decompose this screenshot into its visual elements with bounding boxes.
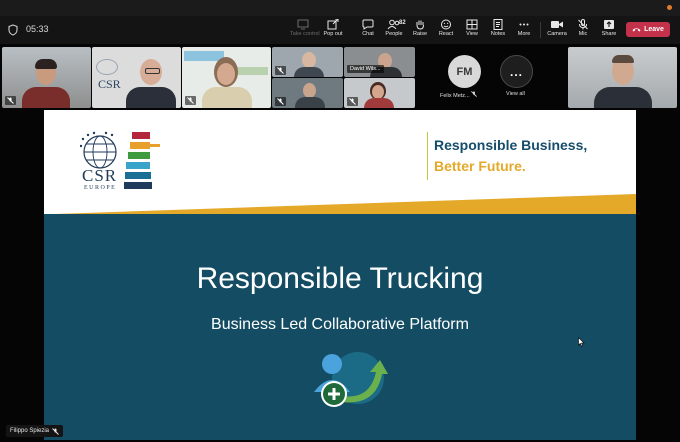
- participant-tile-6[interactable]: [344, 78, 415, 108]
- camera-icon: [551, 21, 563, 28]
- participant-video-row: CSR David Wils... FM Felix Metz... ... V…: [0, 44, 680, 108]
- avatar-name-text: Felix Metz...: [440, 93, 470, 99]
- participant-avatar-fm[interactable]: FM: [448, 55, 481, 88]
- people-count-badge: 82: [399, 20, 406, 26]
- camera-label: Camera: [547, 31, 567, 37]
- mic-label: Mic: [578, 31, 588, 37]
- leave-button[interactable]: Leave: [626, 22, 670, 37]
- participant-tile-2[interactable]: CSR: [92, 47, 181, 108]
- chat-label: Chat: [362, 31, 374, 37]
- phone-hangup-icon: [632, 28, 641, 32]
- tile-pin-4[interactable]: [275, 66, 286, 75]
- platform-people-arrow-icon: [314, 352, 388, 407]
- participant-tile-self[interactable]: [568, 47, 677, 108]
- tile-pin-1[interactable]: [5, 96, 16, 105]
- take-control-label: Take control: [290, 31, 320, 37]
- take-control-icon: [297, 19, 309, 30]
- gold-swoosh-band: [54, 194, 636, 214]
- mic-muted-icon: [52, 427, 59, 435]
- mic-muted-icon: [277, 98, 284, 105]
- view-label: View: [466, 31, 478, 37]
- raise-hand-button[interactable]: Raise: [407, 19, 433, 43]
- tile-pin-6[interactable]: [347, 97, 358, 106]
- slide-header: CSR EUROPE Responsible Business, Better …: [44, 110, 636, 214]
- notes-label: Notes: [490, 31, 506, 37]
- chat-icon: [362, 19, 374, 30]
- pop-out-button[interactable]: Pop out: [320, 19, 346, 43]
- participant-name-david: David Wils...: [347, 65, 384, 73]
- participant-tile-david[interactable]: David Wils...: [344, 47, 415, 77]
- slide-subtitle: Business Led Collaborative Platform: [211, 316, 469, 333]
- pop-out-label: Pop out: [323, 31, 343, 37]
- hand-icon: [416, 20, 424, 30]
- mic-muted-icon: [7, 97, 14, 104]
- participant-tile-3[interactable]: [182, 47, 271, 108]
- mic-muted-icon: [578, 19, 588, 30]
- share-icon: [604, 20, 614, 29]
- tile-pin-3[interactable]: [185, 96, 196, 105]
- share-button[interactable]: Share: [596, 19, 622, 43]
- mic-muted-icon: [349, 98, 356, 105]
- slide-title: Responsible Trucking: [196, 262, 484, 295]
- react-label: React: [438, 31, 454, 37]
- meeting-toolbar: 05:33 Take control Pop out Chat 82 Peopl…: [0, 16, 680, 44]
- chat-button[interactable]: Chat: [355, 19, 381, 43]
- smiley-icon: [441, 19, 451, 30]
- view-all-glyph: ...: [509, 64, 523, 79]
- more-button[interactable]: More: [511, 19, 537, 43]
- notes-button[interactable]: Notes: [485, 19, 511, 43]
- people-label: People: [385, 31, 403, 37]
- participant-tile-5[interactable]: [272, 78, 343, 108]
- react-button[interactable]: React: [433, 19, 459, 43]
- view-button[interactable]: View: [459, 19, 485, 43]
- mic-button[interactable]: Mic: [570, 19, 596, 43]
- window-top-strip: [0, 0, 680, 16]
- more-label: More: [517, 31, 531, 37]
- view-all-label: View all: [506, 91, 525, 97]
- notes-icon: [493, 19, 503, 30]
- shared-presentation-slide: CSR EUROPE Responsible Business, Better …: [44, 110, 636, 440]
- shield-icon: [8, 23, 18, 36]
- more-icon: [519, 23, 529, 26]
- view-grid-icon: [466, 19, 478, 30]
- recording-indicator: [667, 5, 672, 10]
- meeting-timer: 05:33: [26, 24, 49, 34]
- mic-muted-icon: [471, 91, 478, 97]
- take-control-button[interactable]: Take control: [290, 19, 320, 43]
- mic-muted-icon: [187, 97, 194, 104]
- tile-pin-5[interactable]: [275, 97, 286, 106]
- raise-label: Raise: [412, 31, 428, 37]
- view-all-button[interactable]: ...: [500, 55, 533, 88]
- leave-label: Leave: [644, 26, 664, 33]
- participant-tile-1[interactable]: [2, 47, 91, 108]
- participant-name-felix: Felix Metz...: [440, 91, 478, 99]
- presenter-name-tag: Filippo Spiezia: [6, 425, 64, 437]
- pop-out-icon: [327, 19, 339, 30]
- participant-tile-4[interactable]: [272, 47, 343, 77]
- toolbar-divider: [540, 22, 541, 38]
- camera-button[interactable]: Camera: [544, 19, 570, 43]
- people-button[interactable]: 82 People: [381, 19, 407, 43]
- share-label: Share: [601, 31, 617, 37]
- mouse-cursor-icon: [578, 337, 585, 347]
- mic-muted-icon: [277, 67, 284, 74]
- avatar-initials: FM: [456, 65, 473, 78]
- presenter-name: Filippo Spiezia: [10, 428, 50, 434]
